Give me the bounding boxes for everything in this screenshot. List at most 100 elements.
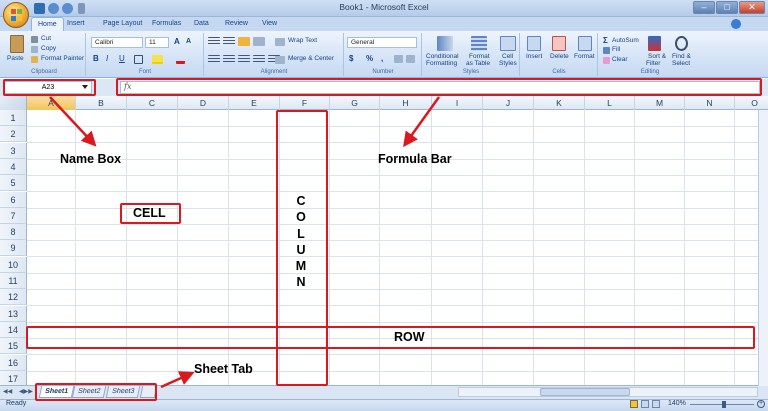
paste-button[interactable]: Paste <box>7 55 24 62</box>
row-header-16[interactable]: 16 <box>0 354 27 371</box>
row-header-15[interactable]: 15 <box>0 338 27 355</box>
align-top-icon[interactable] <box>208 37 220 46</box>
conditional-label[interactable]: Conditional <box>426 53 459 60</box>
align-center-icon[interactable] <box>223 55 235 64</box>
decrease-decimal-icon[interactable] <box>406 55 415 63</box>
format-cells-button[interactable]: Format <box>574 53 595 60</box>
font-color-icon[interactable] <box>176 55 185 64</box>
align-left-icon[interactable] <box>208 55 220 64</box>
format-cells-icon[interactable] <box>578 36 592 51</box>
clear-button[interactable]: Clear <box>612 56 628 63</box>
merge-center-button[interactable]: Merge & Center <box>288 55 334 62</box>
autosum-button[interactable]: AutoSum <box>612 37 639 44</box>
row-header-7[interactable]: 7 <box>0 207 27 224</box>
row-header-5[interactable]: 5 <box>0 175 27 192</box>
column-header-m[interactable]: M <box>635 96 685 110</box>
column-header-h[interactable]: H <box>380 96 432 110</box>
save-icon[interactable] <box>34 3 45 14</box>
italic-button[interactable]: I <box>106 54 108 63</box>
zoom-level[interactable]: 140% <box>668 400 686 407</box>
column-header-l[interactable]: L <box>585 96 635 110</box>
find-select-label[interactable]: Find & <box>672 53 691 60</box>
percent-button[interactable]: % <box>366 54 373 63</box>
column-header-i[interactable]: I <box>432 96 483 110</box>
page-break-view-icon[interactable] <box>652 400 660 408</box>
format-painter-button[interactable]: Format Painter <box>41 55 84 62</box>
cell-styles-icon[interactable] <box>500 36 516 51</box>
horizontal-scroll-thumb[interactable] <box>540 388 630 396</box>
tab-home[interactable]: Home <box>31 17 64 31</box>
copy-button[interactable]: Copy <box>41 45 56 52</box>
insert-cells-icon[interactable] <box>527 36 541 51</box>
row-header-8[interactable]: 8 <box>0 224 27 241</box>
sort-filter-label[interactable]: Sort & <box>648 53 666 60</box>
tab-data[interactable]: Data <box>194 17 209 31</box>
cell-styles-label[interactable]: Cell <box>502 53 513 60</box>
tab-view[interactable]: View <box>262 17 277 31</box>
comma-button[interactable]: , <box>381 54 383 63</box>
column-header-g[interactable]: G <box>330 96 380 110</box>
delete-cells-button[interactable]: Delete <box>550 53 569 60</box>
insert-cells-button[interactable]: Insert <box>526 53 542 60</box>
undo-icon[interactable] <box>48 3 59 14</box>
first-sheet-icon[interactable]: ◀◀ <box>3 388 12 395</box>
format-as-table-label[interactable]: Format <box>469 53 490 60</box>
column-header-j[interactable]: J <box>483 96 534 110</box>
select-all-corner[interactable] <box>0 96 27 110</box>
row-header-9[interactable]: 9 <box>0 240 27 257</box>
normal-view-icon[interactable] <box>630 400 638 408</box>
column-header-a[interactable]: A <box>27 96 76 110</box>
wrap-text-button[interactable]: Wrap Text <box>288 37 317 44</box>
row-header-13[interactable]: 13 <box>0 305 27 322</box>
cut-button[interactable]: Cut <box>41 35 51 42</box>
align-bottom-icon[interactable] <box>238 37 250 46</box>
zoom-slider-thumb[interactable] <box>722 401 726 408</box>
conditional-formatting-icon[interactable] <box>437 36 453 51</box>
tab-page-layout[interactable]: Page Layout <box>103 17 142 31</box>
underline-button[interactable]: U <box>119 54 125 63</box>
conditional-label-2[interactable]: Formatting <box>426 60 457 67</box>
tab-review[interactable]: Review <box>225 17 248 31</box>
prev-sheet-icon[interactable]: ◀▶▶ <box>19 388 33 395</box>
column-header-k[interactable]: K <box>534 96 585 110</box>
decrease-indent-icon[interactable] <box>253 55 265 64</box>
row-header-11[interactable]: 11 <box>0 273 27 289</box>
page-layout-view-icon[interactable] <box>641 400 649 408</box>
row-header-3[interactable]: 3 <box>0 142 27 159</box>
bold-button[interactable]: B <box>93 54 99 63</box>
vertical-scrollbar[interactable] <box>758 110 768 386</box>
column-header-b[interactable]: B <box>76 96 127 110</box>
column-header-o[interactable]: O <box>735 96 768 110</box>
format-as-table-label-2[interactable]: as Table <box>466 60 490 67</box>
align-right-icon[interactable] <box>238 55 250 64</box>
find-select-label-2[interactable]: Select <box>672 60 690 67</box>
orientation-icon[interactable] <box>253 37 265 46</box>
row-header-6[interactable]: 6 <box>0 191 27 208</box>
find-select-icon[interactable] <box>675 36 688 51</box>
increase-decimal-icon[interactable] <box>394 55 403 63</box>
office-button[interactable] <box>3 2 29 28</box>
minimize-button[interactable]: – <box>693 1 715 14</box>
column-header-f[interactable]: F <box>280 96 330 110</box>
format-as-table-icon[interactable] <box>471 36 487 51</box>
row-header-4[interactable]: 4 <box>0 158 27 175</box>
column-header-e[interactable]: E <box>229 96 280 110</box>
column-header-c[interactable]: C <box>127 96 178 110</box>
maximize-button[interactable]: □ <box>716 1 738 14</box>
currency-button[interactable]: $ <box>349 54 353 63</box>
grow-font-button[interactable]: A <box>174 37 180 46</box>
zoom-in-icon[interactable]: + <box>757 400 765 408</box>
number-format-select[interactable]: General <box>347 37 417 48</box>
quick-access-dropdown-icon[interactable] <box>78 3 85 14</box>
fill-color-icon[interactable] <box>152 55 163 64</box>
close-button[interactable]: ✕ <box>739 1 765 14</box>
sort-filter-label-2[interactable]: Filter <box>646 60 660 67</box>
shrink-font-button[interactable]: A <box>186 38 191 45</box>
redo-icon[interactable] <box>62 3 73 14</box>
cell-styles-label-2[interactable]: Styles <box>499 60 517 67</box>
row-header-14[interactable]: 14 <box>0 321 27 338</box>
sort-filter-icon[interactable] <box>648 36 661 51</box>
row-header-12[interactable]: 12 <box>0 289 27 306</box>
delete-cells-icon[interactable] <box>552 36 566 51</box>
paste-icon[interactable] <box>10 35 24 53</box>
